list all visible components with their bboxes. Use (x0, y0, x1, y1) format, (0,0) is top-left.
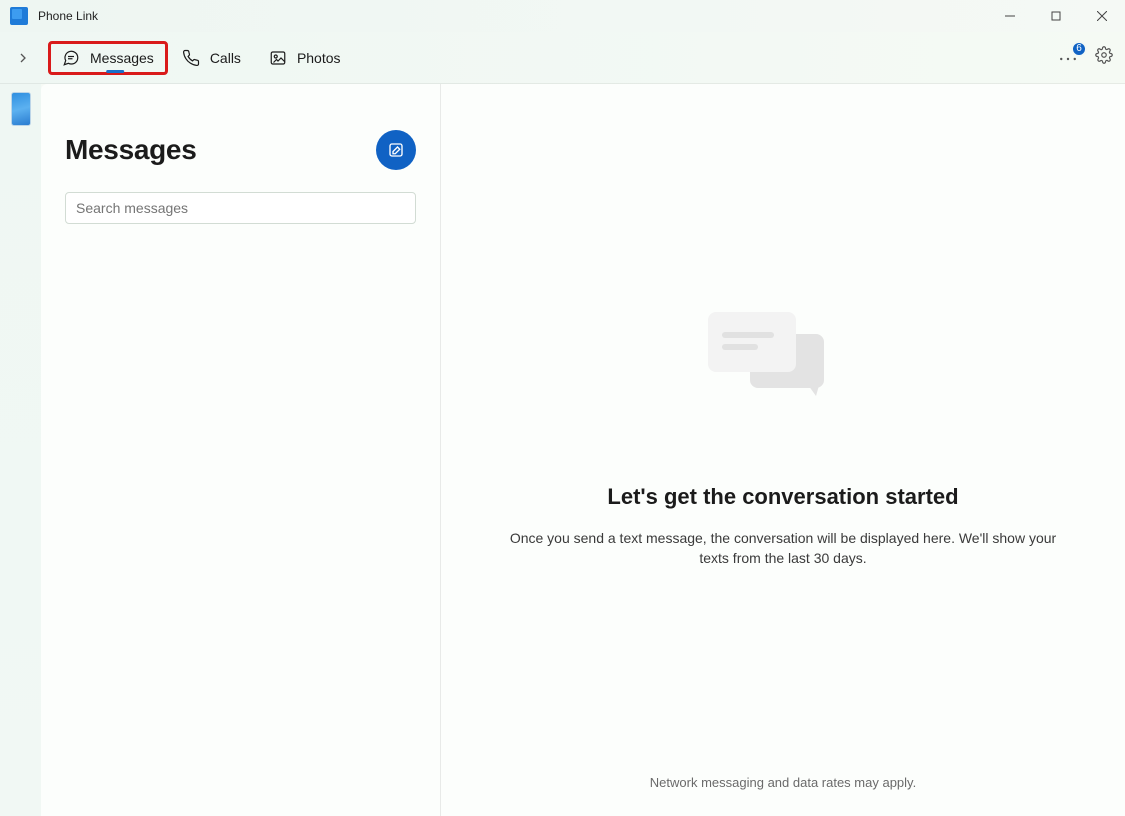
compose-button[interactable] (376, 130, 416, 170)
content-area: Messages Let's get the conversation star… (0, 84, 1125, 816)
titlebar: Phone Link (0, 0, 1125, 32)
close-icon (1097, 11, 1107, 21)
empty-subtitle: Once you send a text message, the conver… (503, 528, 1063, 569)
more-icon (1059, 56, 1077, 62)
tab-messages[interactable]: Messages (48, 41, 168, 75)
window-title: Phone Link (38, 9, 98, 23)
close-button[interactable] (1079, 0, 1125, 32)
empty-illustration (698, 304, 868, 424)
empty-title: Let's get the conversation started (607, 484, 958, 510)
photos-icon (269, 49, 287, 67)
minimize-button[interactable] (987, 0, 1033, 32)
chevron-right-icon (18, 53, 28, 63)
panel-heading: Messages (65, 134, 196, 166)
tab-calls[interactable]: Calls (168, 41, 255, 75)
tab-label: Messages (90, 50, 154, 66)
notification-badge: 6 (1071, 41, 1087, 57)
more-button[interactable]: 6 (1059, 49, 1077, 67)
maximize-button[interactable] (1033, 0, 1079, 32)
app-icon (10, 7, 28, 25)
gear-icon (1095, 46, 1113, 64)
maximize-icon (1051, 11, 1061, 21)
search-input[interactable] (76, 200, 405, 216)
compose-icon (387, 141, 405, 159)
tab-label: Calls (210, 50, 241, 66)
rates-footnote: Network messaging and data rates may app… (441, 775, 1125, 790)
minimize-icon (1005, 11, 1015, 21)
conversation-panel: Let's get the conversation started Once … (441, 84, 1125, 816)
expand-toggle[interactable] (16, 51, 30, 65)
search-box[interactable] (65, 192, 416, 224)
tab-label: Photos (297, 50, 341, 66)
calls-icon (182, 49, 200, 67)
window-controls (987, 0, 1125, 32)
tab-photos[interactable]: Photos (255, 41, 355, 75)
device-thumbnail[interactable] (11, 92, 31, 126)
messages-icon (62, 49, 80, 67)
device-rail (0, 84, 41, 816)
tabbar: Messages Calls Photos 6 (0, 32, 1125, 84)
settings-button[interactable] (1095, 46, 1113, 69)
messages-list-panel: Messages (41, 84, 441, 816)
